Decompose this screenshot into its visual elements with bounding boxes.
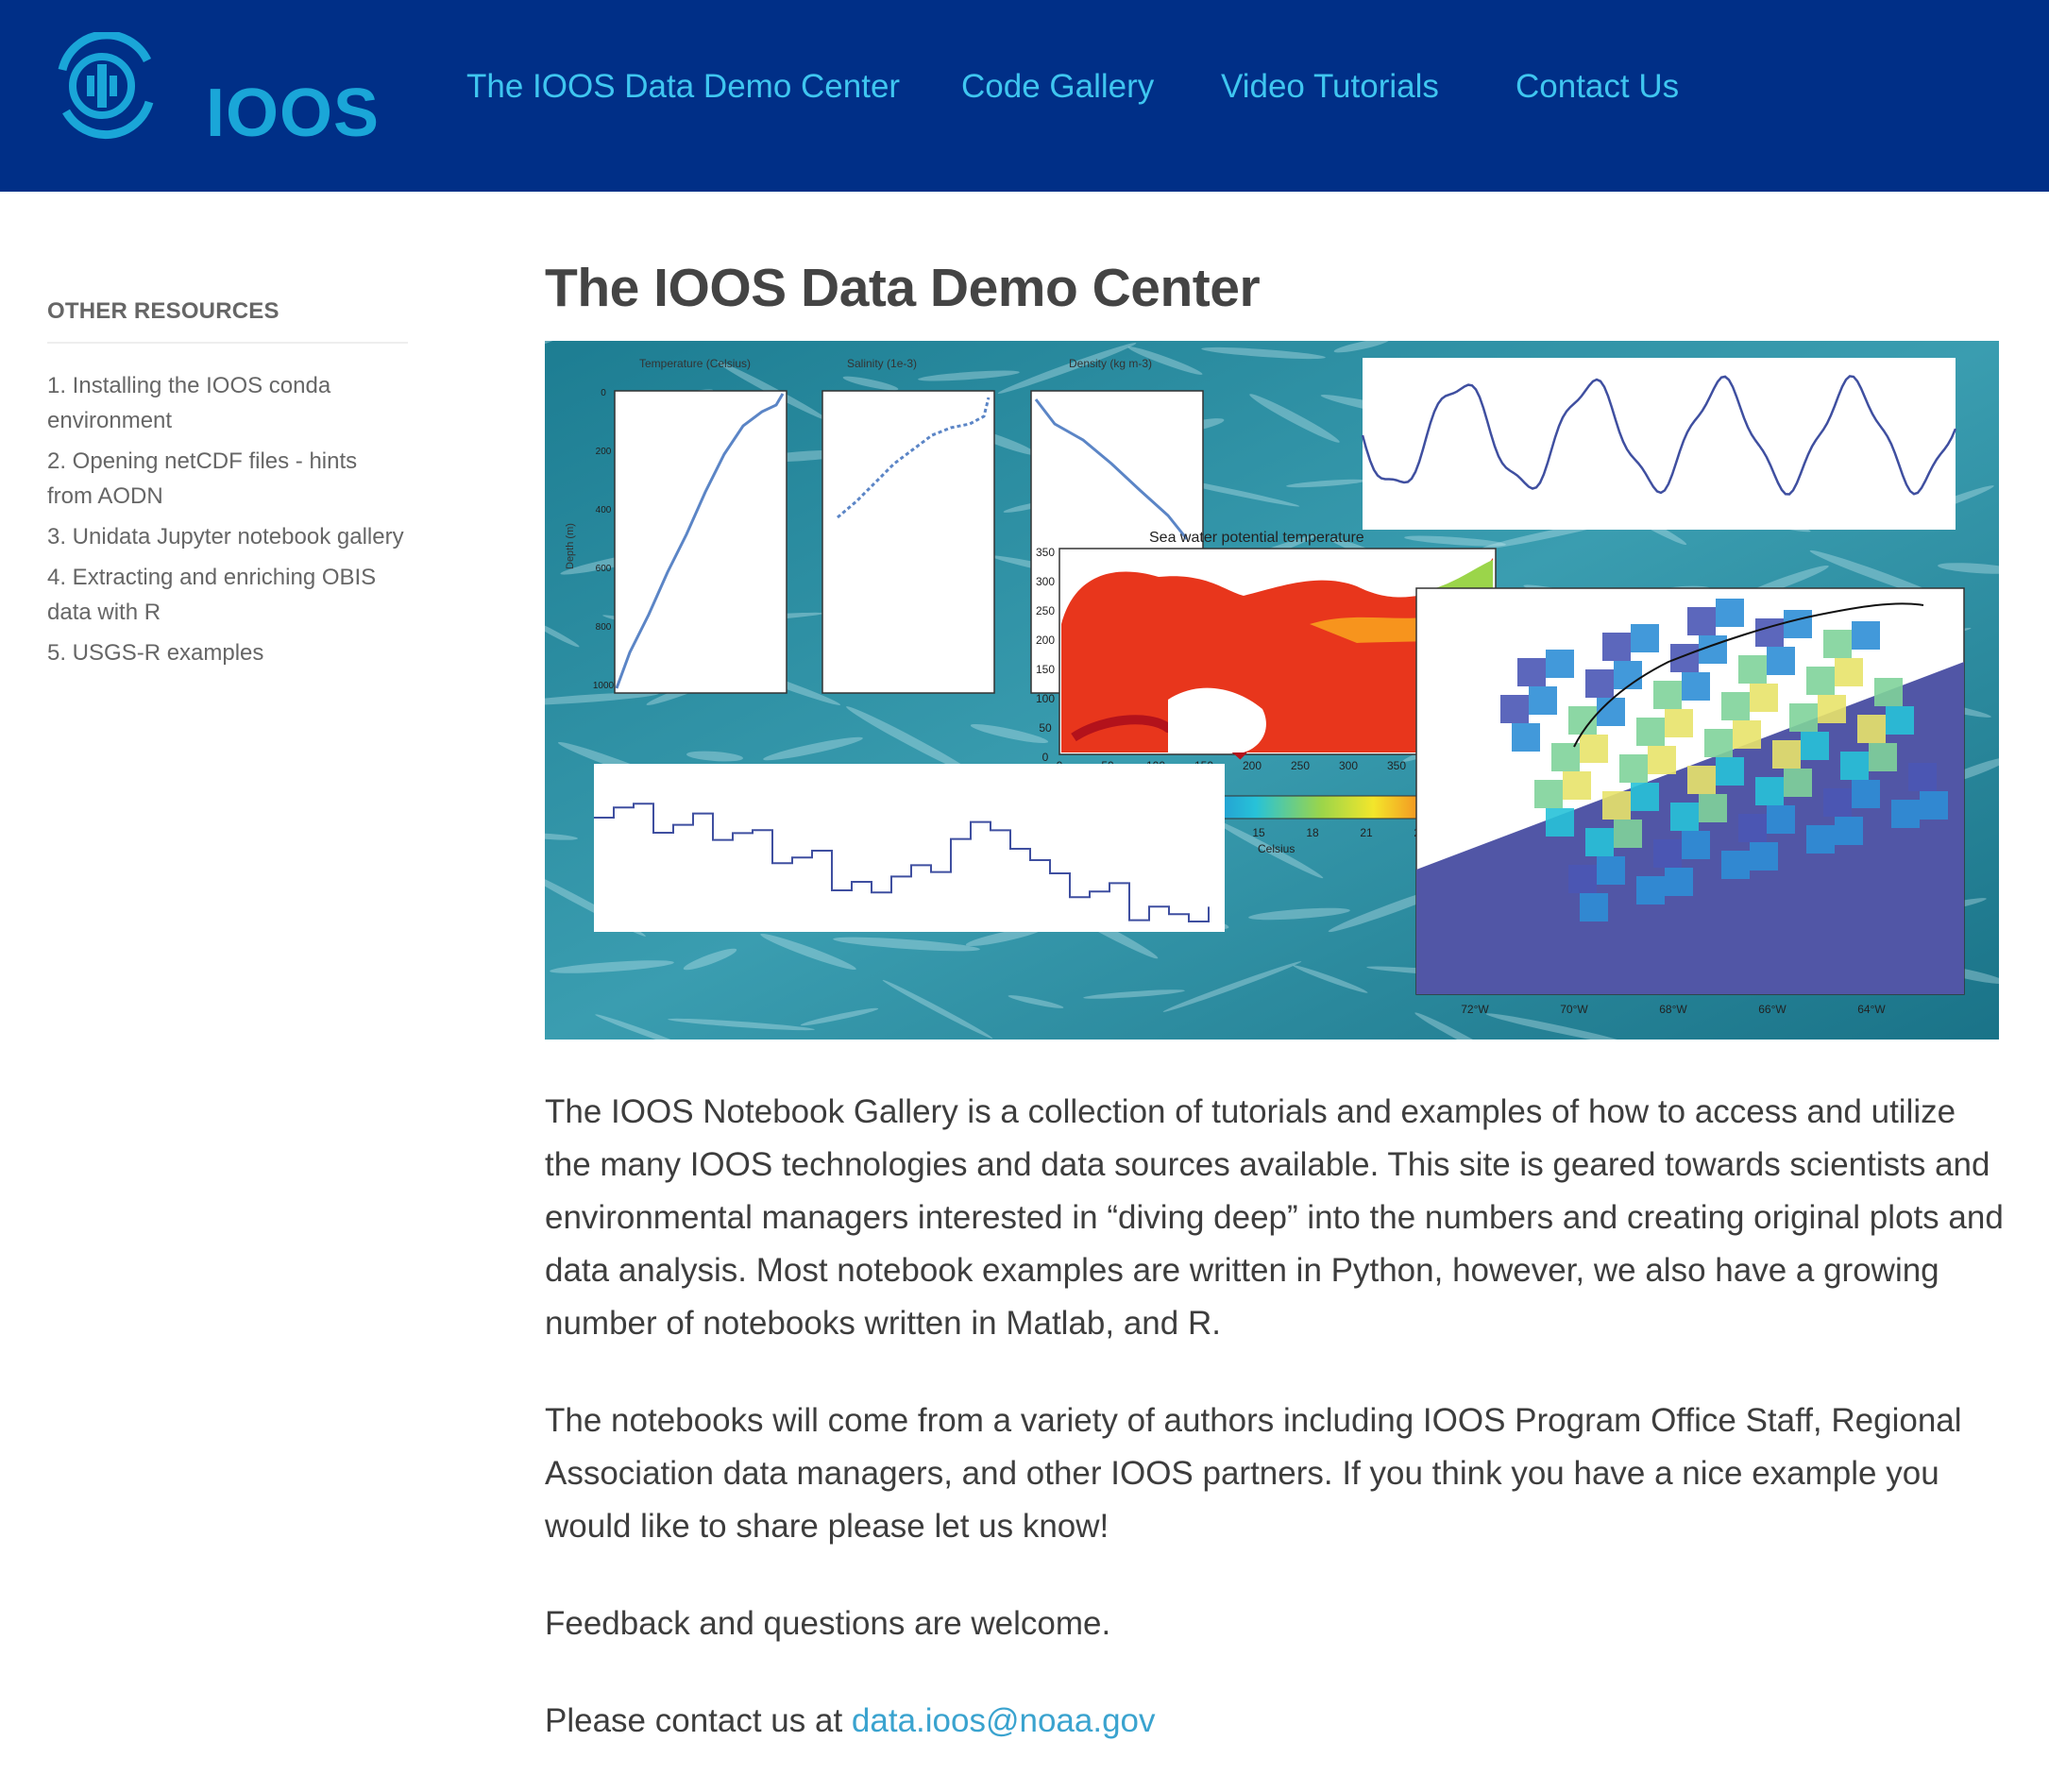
- longitude-tick-label: 66°W: [1758, 1003, 1787, 1016]
- map-y-tick-label: 0: [1042, 751, 1049, 764]
- longitude-tick-label: 72°W: [1461, 1003, 1489, 1016]
- nav-code-gallery[interactable]: Code Gallery: [961, 66, 1154, 108]
- map-y-tick-label: 200: [1036, 634, 1055, 647]
- profile-depth-label: Depth (m): [565, 523, 576, 569]
- map-title: Sea water potential temperature: [1149, 530, 1364, 546]
- sidebar-item-usgs[interactable]: 5. USGS-R examples: [47, 635, 408, 670]
- sidebar-item-netcdf[interactable]: 2. Opening netCDF files - hints from AOD…: [47, 444, 408, 514]
- map-y-tick-label: 300: [1036, 575, 1055, 588]
- main-content: The IOOS Data Demo Center Temperature (C…: [545, 255, 2004, 1739]
- intro-paragraph-1: The IOOS Notebook Gallery is a collectio…: [545, 1093, 2004, 1342]
- coastal-grid-map: 72°W 70°W 68°W 66°W 64°W: [1415, 587, 1965, 1016]
- sidebar-list: 1. Installing the IOOS conda environment…: [47, 368, 408, 670]
- sidebar-item-obis[interactable]: 4. Extracting and enriching OBIS data wi…: [47, 560, 408, 630]
- ioos-logo[interactable]: IOOS: [45, 30, 379, 151]
- map-x-tick-label: 350: [1387, 759, 1406, 772]
- map-y-tick-label: 50: [1039, 721, 1052, 735]
- logo-text: IOOS: [206, 76, 381, 151]
- map-x-tick-label: 250: [1291, 759, 1310, 772]
- contact-line: Please contact us at data.ioos@noaa.gov: [545, 1695, 2004, 1748]
- nav-data-demo-center[interactable]: The IOOS Data Demo Center: [466, 66, 900, 108]
- depth-tick-label: 600: [596, 564, 612, 574]
- sea-level-timeseries-plot: [594, 764, 1225, 932]
- depth-tick-label: 400: [596, 505, 612, 516]
- intro-paragraph-2: The notebooks will come from a variety o…: [545, 1402, 1962, 1545]
- hero-collage: Temperature (Celsius) Depth (m) 0 200 400 6…: [545, 341, 1999, 1040]
- page-title: The IOOS Data Demo Center: [545, 258, 1261, 318]
- colorbar-label: Celsius: [1258, 842, 1295, 855]
- depth-tick-label: 200: [596, 447, 612, 457]
- intro-text: The IOOS Notebook Gallery is a collectio…: [545, 1086, 2004, 1792]
- colorbar-tick-label: 15: [1252, 826, 1265, 839]
- sidebar-item-unidata[interactable]: 3. Unidata Jupyter notebook gallery: [47, 519, 408, 554]
- contact-prefix: Please contact us at: [545, 1702, 852, 1739]
- map-x-tick-label: 200: [1243, 759, 1262, 772]
- nav-contact-us[interactable]: Contact Us: [1516, 66, 1679, 108]
- profile-title-salinity: Salinity (1e-3): [847, 357, 917, 370]
- profile-title-density: Density (kg m-3): [1069, 357, 1152, 370]
- ioos-logo-icon: [58, 30, 154, 140]
- depth-tick-label: 1000: [593, 681, 615, 691]
- map-y-tick-label: 350: [1036, 546, 1055, 559]
- longitude-tick-label: 70°W: [1560, 1003, 1588, 1016]
- contact-email-link[interactable]: data.ioos@noaa.gov: [852, 1702, 1156, 1739]
- longitude-tick-label: 68°W: [1659, 1003, 1687, 1016]
- wave-timeseries-plot: [1361, 358, 1957, 530]
- depth-tick-label: 800: [596, 622, 612, 633]
- depth-tick-label: 0: [601, 388, 606, 398]
- colorbar-tick-label: 21: [1360, 826, 1373, 839]
- feedback-text: Feedback and questions are welcome.: [545, 1605, 1111, 1642]
- site-header: IOOS The IOOS Data Demo Center Code Gall…: [0, 0, 2049, 192]
- map-y-tick-label: 150: [1036, 663, 1055, 676]
- longitude-tick-label: 64°W: [1857, 1003, 1886, 1016]
- map-y-tick-label: 100: [1036, 692, 1055, 705]
- sidebar: OTHER RESOURCES 1. Installing the IOOS c…: [47, 298, 408, 676]
- sidebar-item-conda[interactable]: 1. Installing the IOOS conda environment: [47, 368, 408, 438]
- hero-image: Temperature (Celsius) Depth (m) 0 200 400 6…: [545, 341, 1999, 1040]
- profile-title-temperature: Temperature (Celsius): [639, 357, 751, 370]
- nav-video-tutorials[interactable]: Video Tutorials: [1221, 66, 1439, 108]
- profile-plot-salinity: Salinity (1e-3): [821, 357, 995, 694]
- map-x-tick-label: 300: [1339, 759, 1358, 772]
- colorbar-tick-label: 18: [1306, 826, 1319, 839]
- map-y-tick-label: 250: [1036, 604, 1055, 617]
- sidebar-title: OTHER RESOURCES: [47, 298, 408, 344]
